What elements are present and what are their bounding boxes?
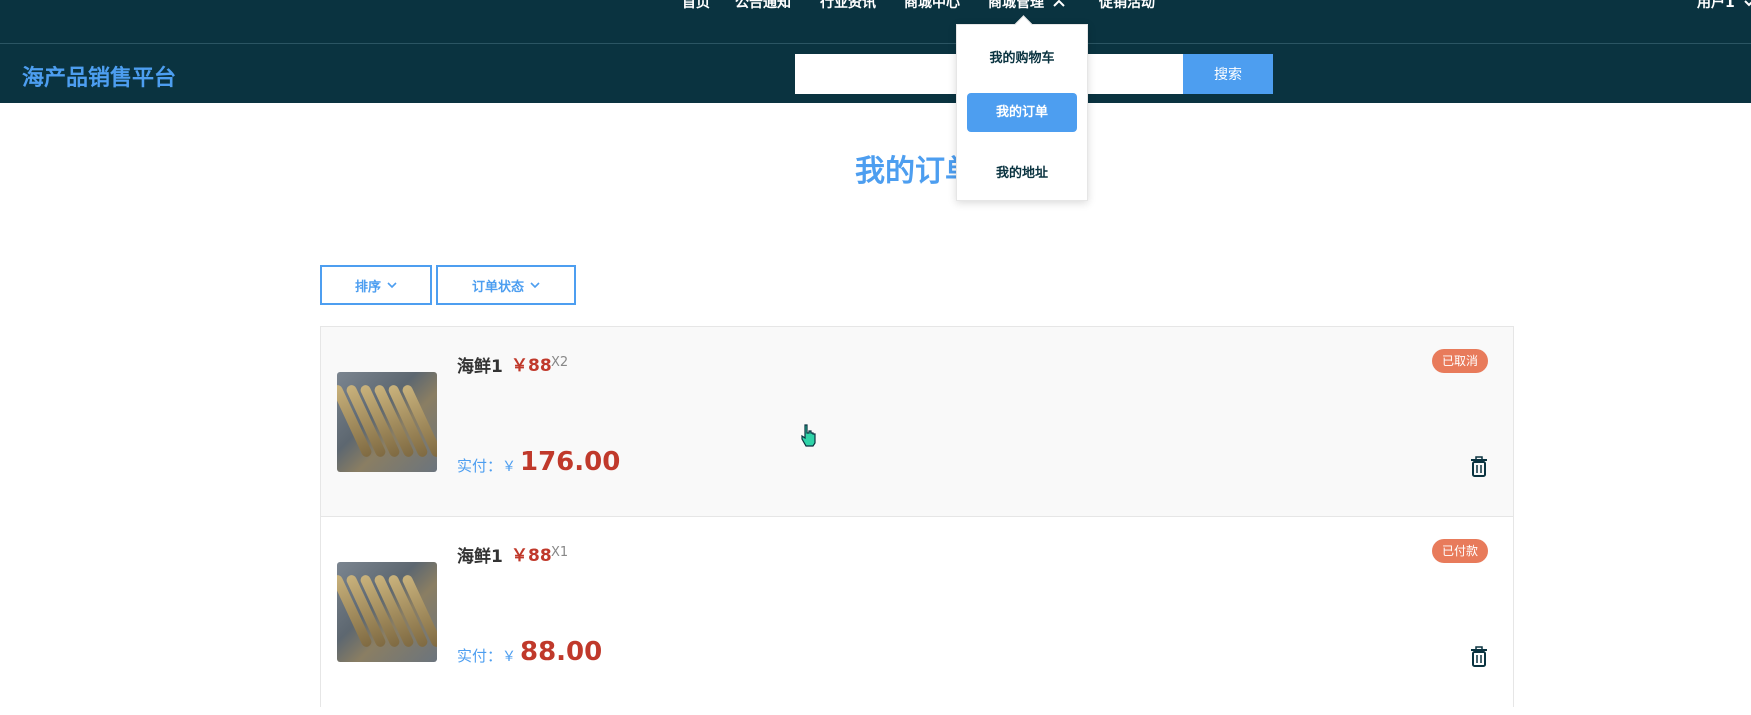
order-status-label: 订单状态 (471, 279, 524, 295)
dropdown-item-orders[interactable]: 我的订单 (967, 93, 1077, 132)
paid-amount: 176.00 (520, 447, 621, 477)
dropdown-item-address[interactable]: 我的地址 (967, 154, 1077, 193)
order-list: 海鲜1 ￥88 X2 实付：￥ 176.00 已取消 海鲜1 ￥88 X1 实付… (320, 326, 1514, 707)
nav-home[interactable]: 首页 (682, 0, 710, 12)
top-nav-bar: 首页 公告通知 行业资讯 商城中心 商城管理 促销活动 用户1 (0, 0, 1751, 44)
site-logo[interactable]: 海产品销售平台 (22, 60, 176, 92)
currency-symbol: ￥ (502, 649, 517, 665)
product-image[interactable] (337, 562, 437, 662)
chevron-down-icon (1743, 0, 1751, 6)
paid-label-text: 实付： (457, 457, 503, 475)
product-name: 海鲜1 (457, 357, 503, 377)
hand-pointer-icon (801, 424, 816, 447)
status-badge: 已付款 (1432, 539, 1489, 563)
paid-amount: 88.00 (520, 637, 603, 667)
user-menu[interactable]: 用户1 (1697, 0, 1751, 12)
header-bar: 海产品销售平台 搜索 (0, 44, 1751, 103)
dropdown-item-cart[interactable]: 我的购物车 (967, 39, 1077, 78)
product-image[interactable] (337, 372, 437, 472)
user-name: 用户1 (1697, 0, 1735, 11)
trash-icon[interactable] (1469, 646, 1489, 668)
chevron-down-icon (530, 281, 540, 288)
sort-dropdown[interactable]: 排序 (320, 265, 432, 305)
sort-label: 排序 (354, 279, 381, 295)
main-nav: 首页 公告通知 行业资讯 商城中心 商城管理 促销活动 用户1 (0, 0, 1751, 14)
nav-mall-center[interactable]: 商城中心 (904, 0, 960, 12)
order-status-dropdown[interactable]: 订单状态 (436, 265, 576, 305)
currency-symbol: ￥ (502, 459, 517, 475)
quantity: X2 (551, 355, 569, 370)
quantity: X1 (551, 545, 569, 560)
unit-price: ￥88 (511, 546, 552, 566)
nav-mall-management-label: 商城管理 (988, 0, 1044, 11)
order-item[interactable]: 海鲜1 ￥88 X2 实付：￥ 176.00 已取消 (321, 327, 1513, 517)
trash-icon[interactable] (1469, 456, 1489, 478)
paid-label-text: 实付： (457, 647, 503, 665)
nav-notices[interactable]: 公告通知 (735, 0, 791, 12)
unit-price: ￥88 (511, 356, 552, 376)
nav-promotions[interactable]: 促销活动 (1099, 0, 1155, 12)
mall-management-dropdown: 我的购物车 我的订单 我的地址 (956, 24, 1088, 201)
paid-label: 实付：￥ (457, 645, 516, 666)
order-item[interactable]: 海鲜1 ￥88 X1 实付：￥ 88.00 已付款 (321, 517, 1513, 707)
search-button[interactable]: 搜索 (1183, 54, 1273, 94)
status-badge: 已取消 (1432, 349, 1489, 373)
paid-label: 实付：￥ (457, 455, 516, 476)
nav-mall-management[interactable]: 商城管理 (988, 0, 1065, 12)
product-name: 海鲜1 (457, 547, 503, 567)
nav-industry-news[interactable]: 行业资讯 (820, 0, 876, 12)
chevron-up-icon (1053, 0, 1065, 7)
chevron-down-icon (387, 281, 397, 288)
